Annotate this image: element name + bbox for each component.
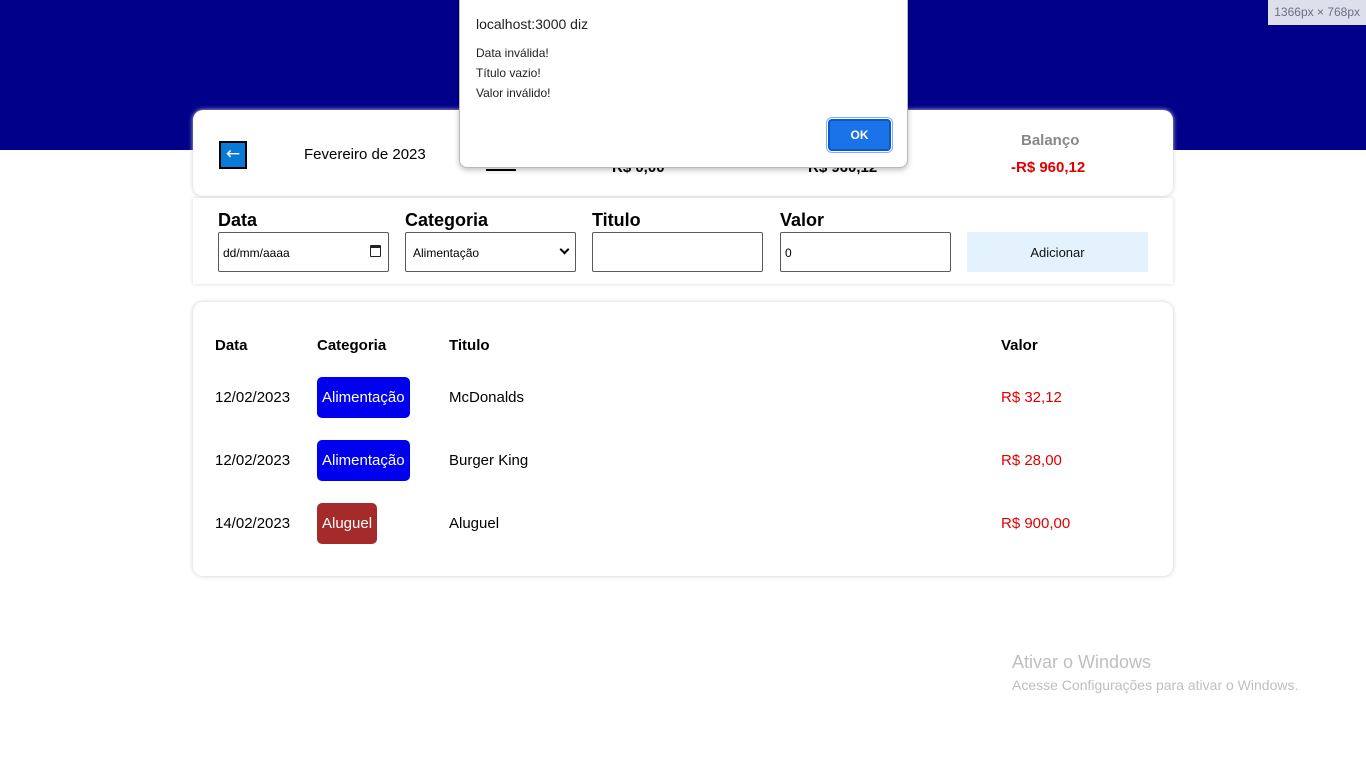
add-item-form: Data dd/mm/aaaa Categoria Alimentação Ti… — [193, 198, 1173, 284]
title-label: Titulo — [592, 210, 641, 230]
row-title: McDonalds — [449, 389, 525, 406]
row-date: 12/02/2023 — [215, 389, 291, 406]
row-title: Burger King — [449, 452, 529, 469]
table-row: 12/02/2023 Alimentação Burger King R$ 28… — [193, 427, 1173, 490]
date-label: Data — [218, 210, 258, 230]
header-title: Titulo — [449, 337, 490, 354]
date-placeholder: dd/mm/aaaa — [223, 246, 290, 260]
date-input[interactable]: dd/mm/aaaa — [218, 232, 389, 272]
alert-message: Título vazio! — [476, 66, 541, 80]
row-value: R$ 900,00 — [1001, 515, 1071, 532]
row-value: R$ 32,12 — [1001, 389, 1062, 406]
title-input[interactable] — [592, 232, 763, 272]
header-date: Data — [215, 337, 248, 354]
row-title: Aluguel — [449, 515, 500, 532]
viewport-size-indicator: 1366px × 768px — [1268, 0, 1366, 25]
category-badge: Alimentação — [317, 377, 410, 418]
alert-ok-button[interactable]: OK — [826, 117, 893, 153]
current-month-label: Fevereiro de 2023 — [304, 146, 426, 163]
windows-watermark-subtitle: Acesse Configurações para ativar o Windo… — [1012, 677, 1299, 693]
row-date: 12/02/2023 — [215, 452, 291, 469]
alert-message: Valor inválido! — [476, 86, 551, 100]
category-badge: Aluguel — [317, 503, 378, 544]
header-value: Valor — [1001, 337, 1038, 354]
balance-title: Balanço — [1021, 132, 1080, 149]
alert-title: localhost:3000 diz — [476, 16, 589, 32]
category-badge: Alimentação — [317, 440, 410, 481]
category-selected-value: Alimentação — [413, 246, 480, 260]
table-row: 12/02/2023 Alimentação McDonalds R$ 32,1… — [193, 364, 1173, 427]
previous-month-button[interactable]: ← — [219, 141, 247, 169]
add-button[interactable]: Adicionar — [967, 232, 1148, 272]
row-date: 14/02/2023 — [215, 515, 291, 532]
value-input-text: 0 — [785, 246, 792, 260]
category-label: Categoria — [405, 210, 489, 230]
value-input[interactable]: 0 — [780, 232, 951, 272]
alert-dialog: localhost:3000 diz Data inválida! Título… — [459, 0, 908, 168]
alert-message: Data inválida! — [476, 46, 549, 60]
transactions-table: Data Categoria Titulo Valor 12/02/2023 A… — [193, 302, 1173, 576]
header-category: Categoria — [317, 337, 387, 354]
row-value: R$ 28,00 — [1001, 452, 1062, 469]
balance-value: -R$ 960,12 — [1011, 159, 1086, 176]
windows-watermark-title: Ativar o Windows — [1012, 652, 1152, 672]
value-label: Valor — [780, 210, 825, 230]
category-select[interactable]: Alimentação — [405, 232, 576, 272]
chevron-down-icon — [559, 244, 570, 255]
calendar-icon[interactable] — [370, 245, 381, 257]
table-row: 14/02/2023 Aluguel Aluguel R$ 900,00 — [193, 490, 1173, 553]
